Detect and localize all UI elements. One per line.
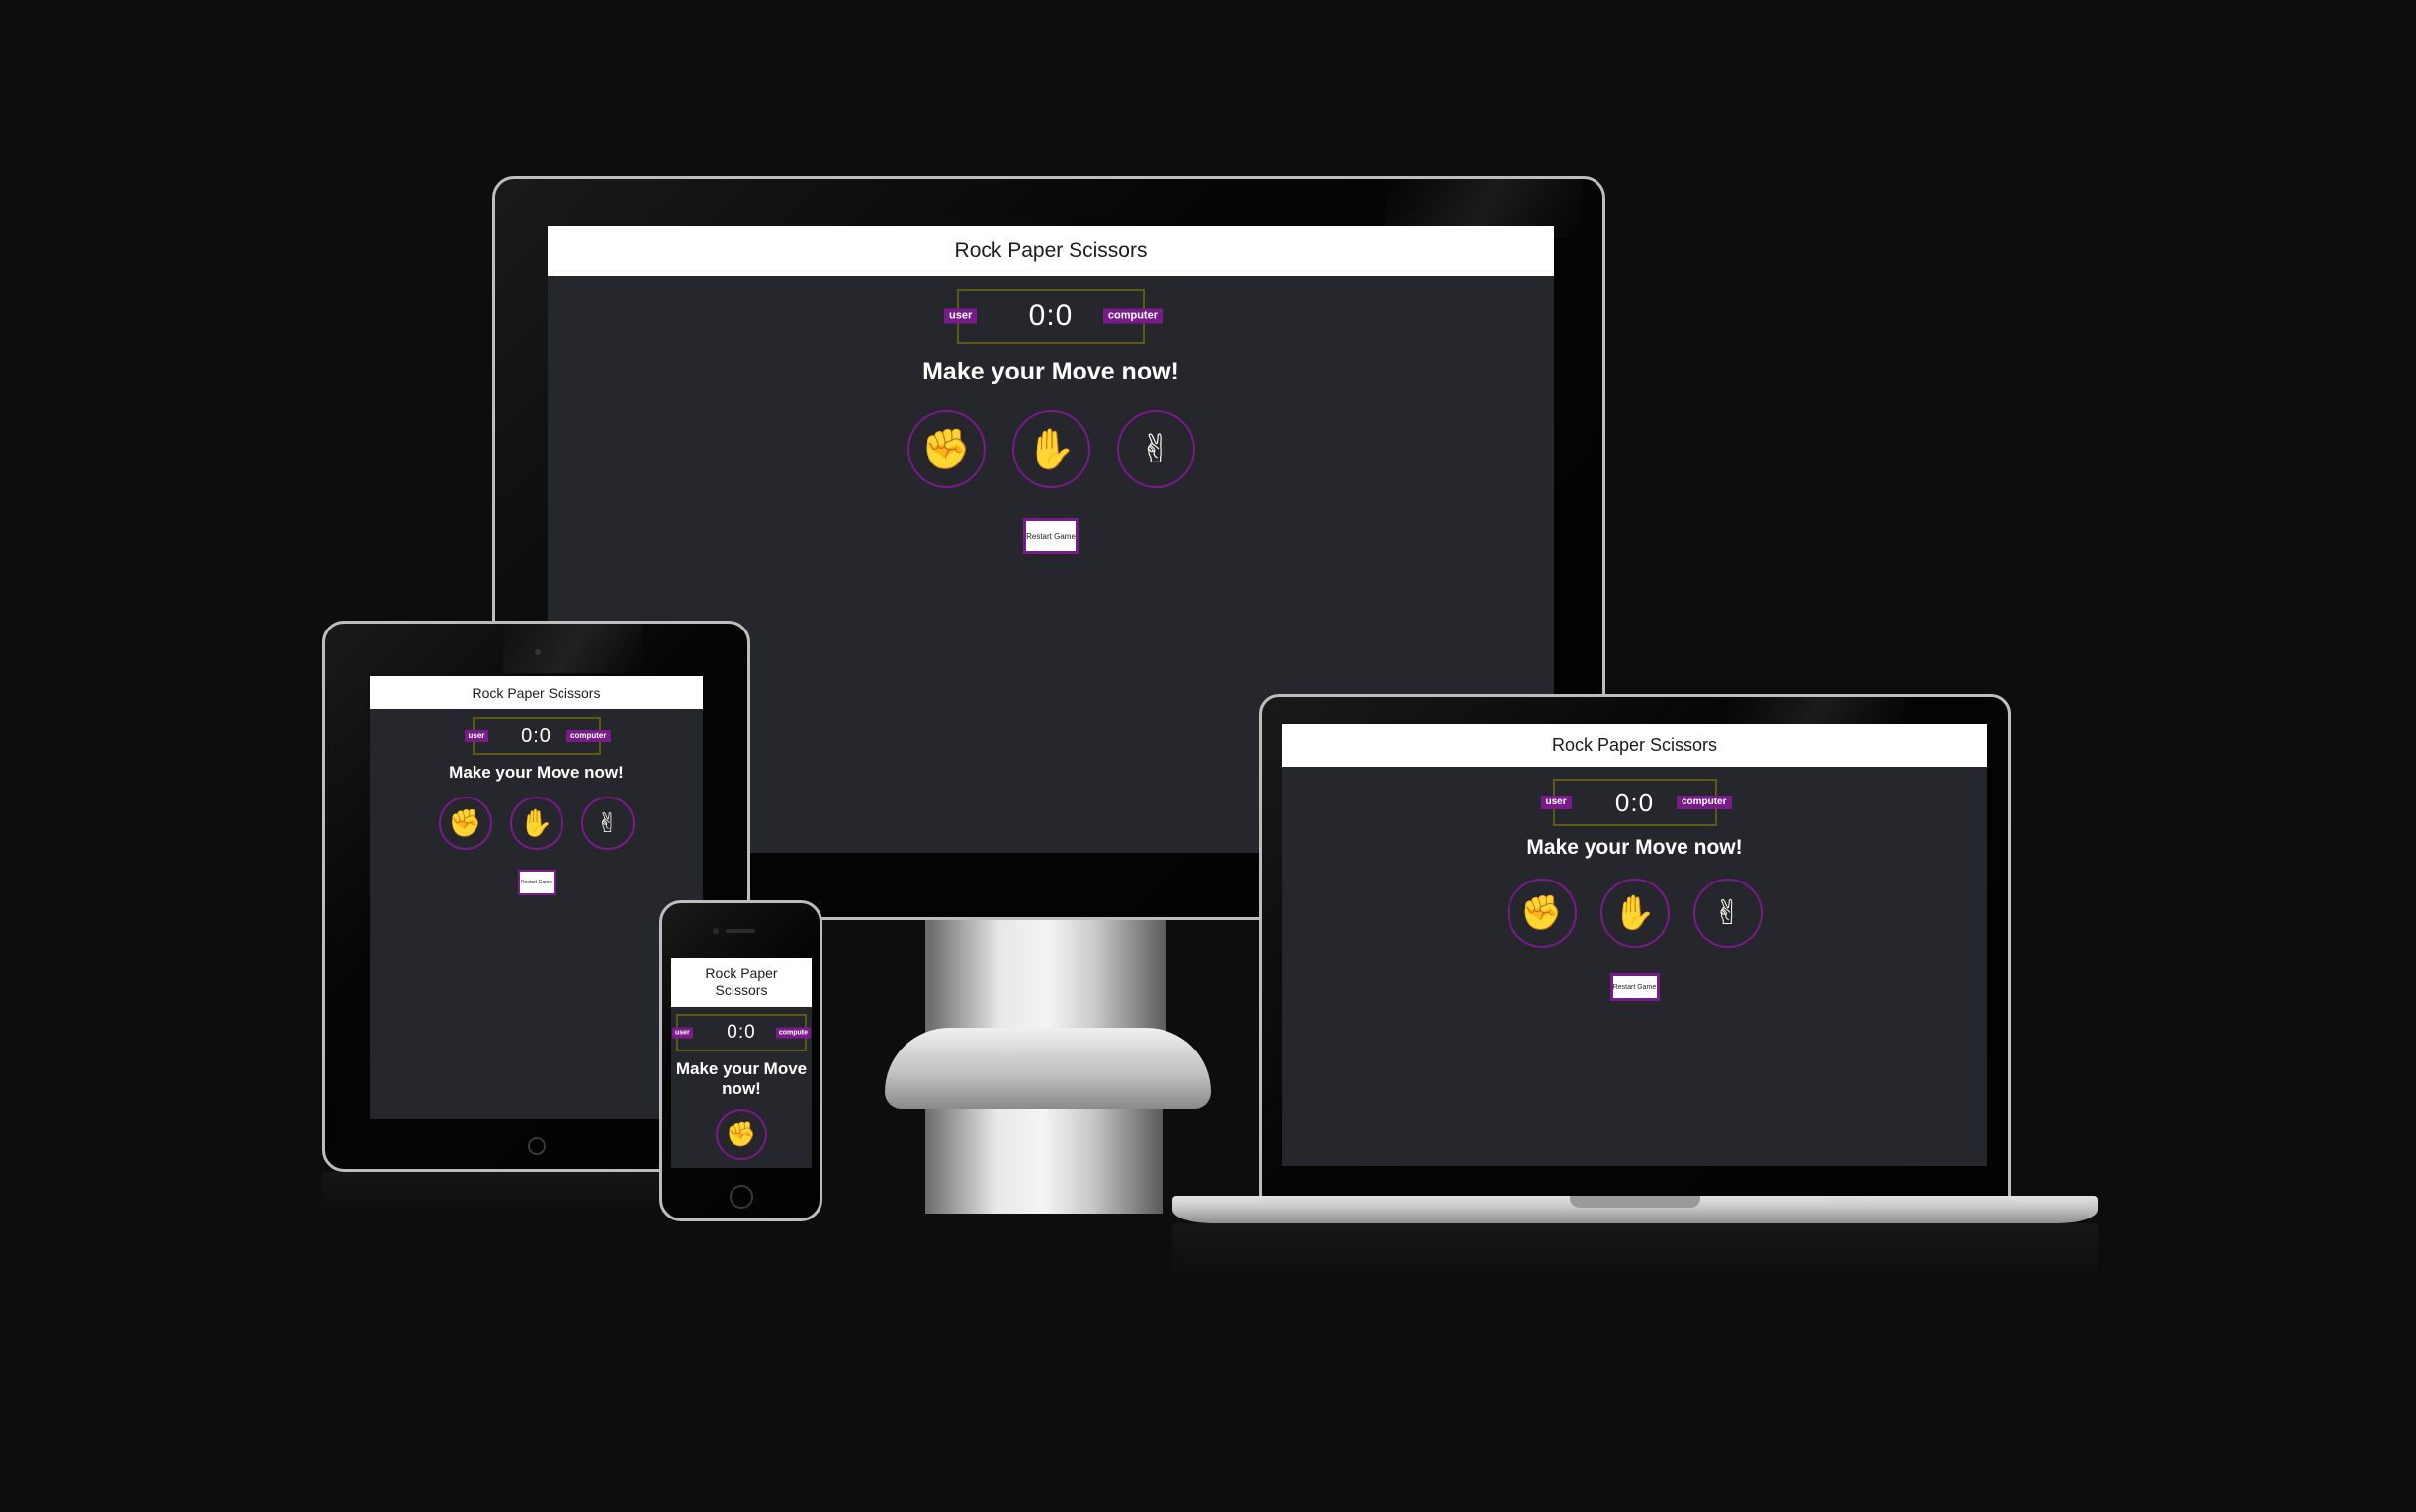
fist-icon: ✊: [726, 1120, 757, 1148]
result-message: Make your Move now!: [671, 1059, 812, 1099]
laptop-reflection: [1172, 1223, 2098, 1283]
scoreboard: user 0:0 computer: [464, 717, 611, 755]
result-message: Make your Move now!: [922, 358, 1179, 385]
tablet-screen: Rock Paper Scissors user 0:0 computer Ma…: [370, 676, 703, 1119]
laptop-base: [1172, 1196, 2098, 1223]
user-label: user: [944, 308, 978, 324]
app-header: Rock Paper Scissors: [1282, 724, 1987, 767]
victory-hand-icon: ✌: [1713, 894, 1742, 932]
restart-button[interactable]: Restart Game: [517, 870, 556, 895]
phone-home-button[interactable]: [730, 1185, 753, 1209]
computer-label: computer: [566, 730, 611, 742]
rock-button[interactable]: ✊: [716, 1109, 767, 1160]
result-message: Make your Move now!: [1526, 836, 1743, 859]
score-display: 0:0: [1614, 787, 1655, 817]
restart-button[interactable]: Restart Game: [1023, 518, 1079, 554]
restart-button[interactable]: Restart Game: [1609, 973, 1660, 1001]
laptop-screen: Rock Paper Scissors user 0:0 computer Ma…: [1282, 724, 1987, 1166]
laptop-trackpad-notch: [1570, 1196, 1700, 1208]
app-title: Rock Paper Scissors: [1551, 735, 1718, 755]
score-display: 0:0: [727, 1022, 756, 1043]
app-title-line2: Scissors: [715, 982, 768, 998]
bezel-glare: [1727, 697, 1905, 726]
raised-hand-icon: ✋: [1613, 894, 1656, 932]
user-label: user: [1540, 796, 1572, 809]
bezel-glare: [503, 624, 642, 673]
app-header: Rock Paper Scissors: [548, 226, 1554, 276]
fist-icon: ✊: [1520, 894, 1563, 932]
scissors-button[interactable]: ✌: [1116, 410, 1195, 488]
score-display: 0:0: [1028, 299, 1074, 332]
choices-row: ✊ ✋ ✌: [1282, 879, 1987, 948]
monitor-stand-base: [885, 1028, 1211, 1109]
app-header: Rock Paper Scissors: [370, 676, 703, 709]
victory-hand-icon: ✌: [1139, 427, 1172, 471]
choices-row: ✊ ✋ ✌: [548, 410, 1554, 488]
rock-button[interactable]: ✊: [438, 797, 492, 850]
user-label: user: [672, 1027, 693, 1039]
scoreboard: user 0:0 computer: [1540, 779, 1732, 826]
victory-hand-icon: ✌: [596, 807, 619, 838]
fist-icon: ✊: [448, 808, 482, 838]
tablet-camera: [535, 649, 541, 655]
result-message-line1: Make your Move: [675, 1059, 808, 1078]
choices-row: ✊ ✋ ✌: [370, 797, 703, 850]
paper-button[interactable]: ✋: [1011, 410, 1090, 488]
scoreboard: user 0:0 computer: [944, 289, 1163, 344]
raised-hand-icon: ✋: [1026, 428, 1076, 471]
rock-button[interactable]: ✊: [1507, 879, 1577, 948]
score-display: 0:0: [521, 724, 552, 747]
tablet-home-button[interactable]: [528, 1137, 546, 1155]
scissors-button[interactable]: ✌: [580, 797, 635, 850]
scoreboard: user 0:0 compute: [672, 1014, 811, 1051]
app-header: Rock Paper Scissors: [671, 958, 812, 1007]
monitor-stand-neck: [929, 917, 1166, 1036]
result-message-line2: now!: [722, 1079, 761, 1098]
paper-button[interactable]: ✋: [509, 797, 563, 850]
paper-button[interactable]: ✋: [1599, 879, 1670, 948]
computer-label: compute: [775, 1027, 811, 1039]
app-title: Rock Paper Scissors: [954, 239, 1148, 262]
phone-speaker: [726, 929, 755, 933]
app-title-line1: Rock Paper: [705, 966, 778, 981]
scissors-button[interactable]: ✌: [1692, 879, 1763, 948]
user-label: user: [464, 730, 489, 742]
raised-hand-icon: ✋: [519, 808, 554, 838]
result-message: Make your Move now!: [449, 763, 624, 782]
computer-label: computer: [1676, 796, 1732, 809]
rock-button[interactable]: ✊: [906, 410, 986, 488]
app-title: Rock Paper Scissors: [472, 684, 601, 701]
phone-camera: [713, 928, 719, 934]
fist-icon: ✊: [921, 428, 971, 471]
choices-row: ✊: [671, 1109, 812, 1160]
computer-label: computer: [1102, 308, 1163, 324]
phone-screen: Rock Paper Scissors user 0:0 compute Mak…: [671, 958, 812, 1168]
devices-mockup: Rock Paper Scissors user 0:0 computer Ma…: [0, 0, 2416, 1512]
